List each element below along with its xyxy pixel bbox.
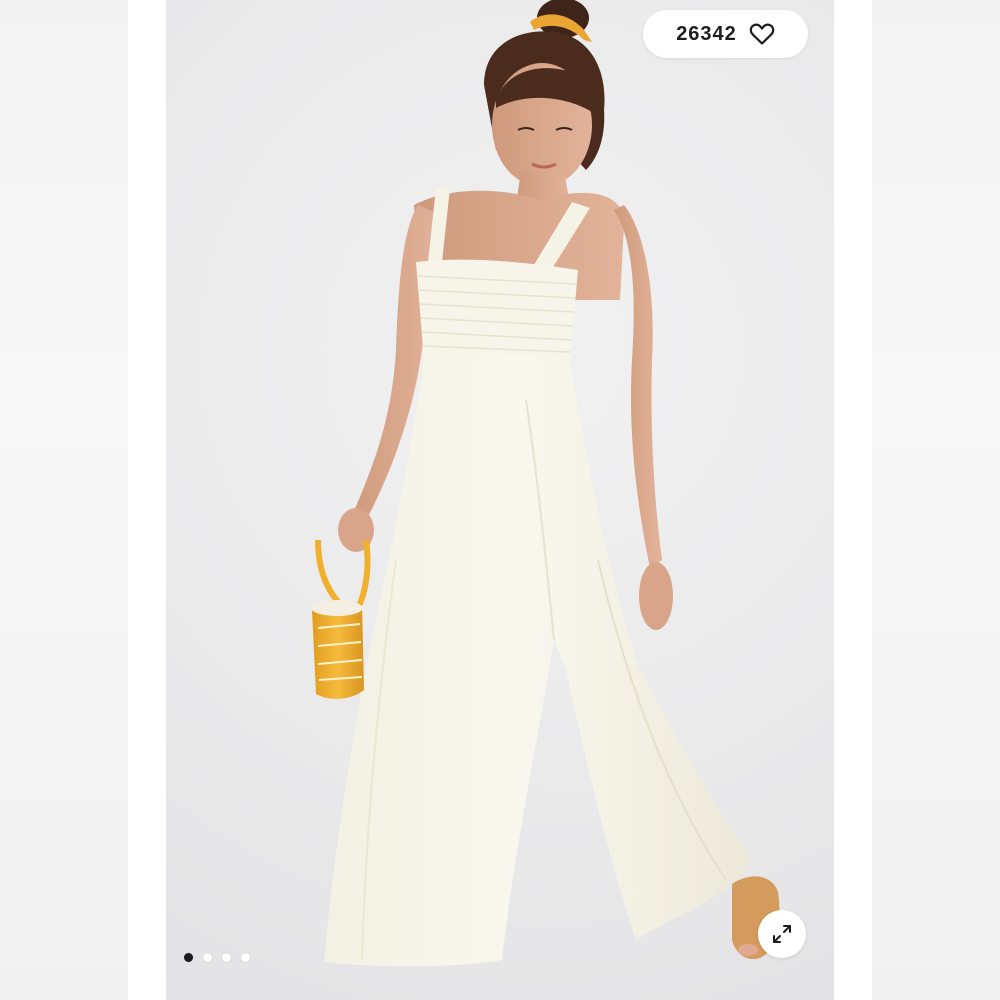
product-photo-illustration	[311, 0, 780, 967]
like-button[interactable]: 26342	[643, 10, 808, 58]
listing-photo-viewer: 26342	[0, 0, 1000, 1000]
right-blurred-margin	[872, 0, 1000, 1000]
carousel-dot-1[interactable]	[184, 953, 193, 962]
carousel-indicator	[184, 953, 250, 962]
expand-diagonal-icon	[769, 921, 795, 947]
carousel-dot-3[interactable]	[222, 953, 231, 962]
left-blurred-margin	[0, 0, 128, 1000]
like-count: 26342	[676, 22, 737, 45]
carousel-dot-4[interactable]	[241, 953, 250, 962]
toes	[738, 944, 758, 956]
bucket-bag	[312, 604, 364, 699]
right-hand	[639, 562, 673, 630]
bag-lining	[311, 600, 363, 616]
expand-photo-button[interactable]	[758, 910, 806, 958]
smocked-bodice	[416, 259, 578, 360]
bag-handle	[315, 539, 345, 609]
carousel-dot-2[interactable]	[203, 953, 212, 962]
product-photo[interactable]	[166, 0, 834, 1000]
heart-outline-icon	[749, 22, 775, 46]
